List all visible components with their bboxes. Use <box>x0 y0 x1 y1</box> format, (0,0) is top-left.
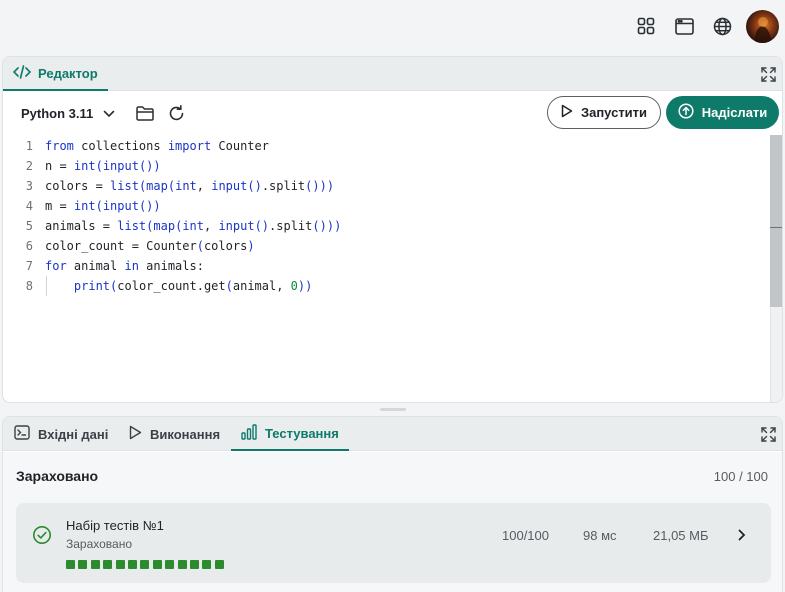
expand-bottom-panel-icon[interactable] <box>759 425 777 443</box>
tab-input[interactable]: Вхідні дані <box>4 417 118 451</box>
code-text: print(color_count.get(animal, 0)) <box>73 279 313 293</box>
code-line[interactable]: 5 animals = list(map(int, input().split()… <box>3 216 769 236</box>
top-bar <box>0 0 785 54</box>
apps-grid-icon[interactable] <box>634 14 658 38</box>
code-line[interactable]: 2 n = int(input()) <box>3 156 769 176</box>
tab-editor[interactable]: Редактор <box>3 57 108 91</box>
chevron-down-icon <box>103 106 115 121</box>
play-icon <box>561 104 573 121</box>
line-number: 2 <box>25 159 33 173</box>
expand-editor-icon[interactable] <box>759 65 777 83</box>
test-passed-indicator[interactable] <box>140 560 150 569</box>
upload-circle-icon <box>678 103 694 122</box>
editor-toolbar: Python 3.11 Запустити Надіслати <box>3 92 782 134</box>
language-select[interactable]: Python 3.11 <box>15 100 121 126</box>
line-number: 7 <box>25 259 33 273</box>
submit-button-label: Надіслати <box>701 105 768 120</box>
test-passed-indicator[interactable] <box>115 560 125 569</box>
testset-memory: 21,05 МБ <box>653 528 709 543</box>
editor-panel: Редактор Python 3.11 Запустити Надіслати… <box>2 56 783 403</box>
line-number: 6 <box>25 239 33 253</box>
code-line[interactable]: 4 m = int(input()) <box>3 196 769 216</box>
scroll-cursor-marker <box>770 227 782 228</box>
code-line[interactable]: 8 print(color_count.get(animal, 0)) <box>3 276 769 296</box>
play-icon <box>129 425 142 443</box>
test-passed-indicator[interactable] <box>177 560 187 569</box>
check-circle-icon <box>32 525 52 545</box>
line-number: 4 <box>25 199 33 213</box>
code-line[interactable]: 6 color_count = Counter(colors) <box>3 236 769 256</box>
user-avatar[interactable] <box>746 10 779 43</box>
tab-testing[interactable]: Тестування <box>231 417 349 451</box>
test-passed-indicator[interactable] <box>189 560 199 569</box>
terminal-icon <box>14 425 30 443</box>
language-select-value: Python 3.11 <box>21 105 94 121</box>
code-text: animals = list(map(int, input().split())… <box>45 219 342 233</box>
result-total-score: 100 / 100 <box>713 469 768 484</box>
code-editor[interactable]: 1 from collections import Counter 2 n = int… <box>3 135 769 402</box>
tab-execution[interactable]: Виконання <box>119 417 230 451</box>
run-button[interactable]: Запустити <box>547 96 661 129</box>
editor-scrollbar-thumb[interactable] <box>770 135 782 307</box>
test-passed-indicator[interactable] <box>103 560 113 569</box>
code-line[interactable]: 1 from collections import Counter <box>3 136 769 156</box>
bar-chart-icon <box>241 423 257 443</box>
code-line[interactable]: 7 for animal in animals: <box>3 256 769 276</box>
result-title: Зараховано <box>16 468 99 484</box>
code-text: for animal in animals: <box>45 259 204 273</box>
test-passed-indicator[interactable] <box>127 560 137 569</box>
test-results-indicators <box>66 560 224 569</box>
tab-execution-label: Виконання <box>150 426 221 442</box>
globe-icon[interactable] <box>710 14 734 38</box>
line-number: 5 <box>25 219 33 233</box>
tab-editor-label: Редактор <box>38 65 98 81</box>
code-text: n = int(input()) <box>45 159 161 173</box>
line-number: 8 <box>25 279 33 293</box>
testset-card[interactable]: Набір тестів №1 Зараховано 100/100 98 мс… <box>16 503 771 583</box>
testing-results: Зараховано 100 / 100 Набір тестів №1 Зар… <box>3 452 782 592</box>
testset-time: 98 мс <box>583 528 617 543</box>
reset-icon[interactable] <box>165 102 187 124</box>
submit-button[interactable]: Надіслати <box>666 96 779 129</box>
code-text: from collections import Counter <box>45 139 269 153</box>
test-passed-indicator[interactable] <box>214 560 224 569</box>
editor-tab-bar: Редактор <box>3 57 782 91</box>
tab-input-label: Вхідні дані <box>38 426 109 442</box>
browser-window-icon[interactable] <box>672 14 696 38</box>
test-passed-indicator[interactable] <box>152 560 162 569</box>
bottom-panel: Вхідні дані Виконання Тестування Зарахов… <box>2 416 783 592</box>
line-number: 1 <box>25 139 33 153</box>
test-passed-indicator[interactable] <box>202 560 212 569</box>
test-passed-indicator[interactable] <box>90 560 100 569</box>
code-text: colors = list(map(int, input().split())) <box>45 179 335 193</box>
code-text: color_count = Counter(colors) <box>45 239 255 253</box>
panel-resize-handle[interactable] <box>380 408 406 411</box>
code-text: m = int(input()) <box>45 199 161 213</box>
bottom-tab-bar: Вхідні дані Виконання Тестування <box>3 417 782 451</box>
test-passed-indicator[interactable] <box>78 560 88 569</box>
test-passed-indicator[interactable] <box>66 560 75 569</box>
open-folder-icon[interactable] <box>134 102 156 124</box>
tab-testing-label: Тестування <box>265 425 339 441</box>
testset-name: Набір тестів №1 <box>66 518 164 533</box>
code-icon <box>12 64 32 82</box>
run-button-label: Запустити <box>580 105 648 120</box>
testset-score: 100/100 <box>502 528 549 543</box>
chevron-right-icon[interactable] <box>734 527 750 543</box>
line-number: 3 <box>25 179 33 193</box>
test-passed-indicator[interactable] <box>165 560 175 569</box>
code-line[interactable]: 3 colors = list(map(int, input().split())… <box>3 176 769 196</box>
testset-status: Зараховано <box>66 537 133 551</box>
